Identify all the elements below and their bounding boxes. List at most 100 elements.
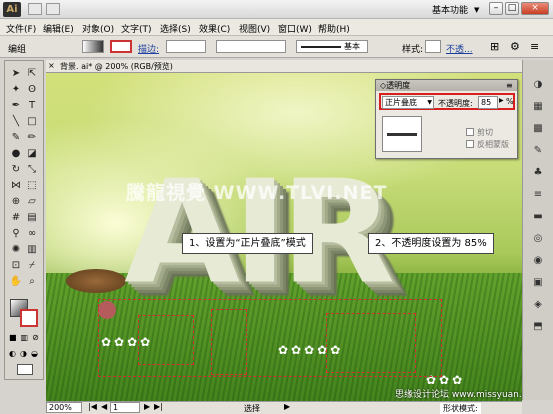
stroke-color-icon[interactable] bbox=[20, 309, 38, 327]
menu-file[interactable]: 文件(F) bbox=[6, 22, 36, 35]
chevron-down-icon[interactable]: ▼ bbox=[474, 6, 479, 14]
color-panel-icon[interactable]: ◑ bbox=[530, 78, 546, 92]
selection-path-i[interactable] bbox=[211, 309, 247, 375]
pen-tool-icon[interactable]: ✒ bbox=[9, 99, 23, 112]
menu-type[interactable]: 文字(T) bbox=[121, 22, 152, 35]
invert-mask-checkbox[interactable] bbox=[466, 140, 474, 148]
mesh-icon[interactable]: # bbox=[9, 211, 23, 224]
workspace-switcher[interactable]: 基本功能 bbox=[432, 3, 468, 16]
graph-tool-icon[interactable]: ▥ bbox=[25, 243, 39, 256]
direct-selection-icon[interactable]: ⇱ bbox=[25, 67, 39, 80]
maximize-button[interactable]: □ bbox=[505, 2, 519, 15]
color-guide-icon[interactable]: ▦ bbox=[530, 100, 546, 114]
opacity-link[interactable]: 不透... bbox=[446, 42, 473, 55]
stroke-panel-icon[interactable]: ≡ bbox=[530, 188, 546, 202]
close-button[interactable]: × bbox=[521, 2, 549, 15]
menu-select[interactable]: 选择(S) bbox=[160, 22, 191, 35]
minimize-button[interactable]: – bbox=[489, 2, 503, 15]
site-watermark: 騰龍視覺 WWW.TLVI.NET bbox=[126, 182, 388, 204]
artboard-icon[interactable]: ⊡ bbox=[9, 259, 23, 272]
tab-close-icon[interactable]: × bbox=[48, 61, 55, 70]
blend-icon[interactable]: ∞ bbox=[25, 227, 39, 240]
first-page-icon[interactable]: |◀ bbox=[88, 402, 97, 411]
last-page-icon[interactable]: ▶| bbox=[154, 402, 163, 411]
status-menu-icon[interactable]: ▶ bbox=[284, 402, 290, 411]
screen-mode-icon[interactable] bbox=[17, 364, 33, 375]
menu-effect[interactable]: 效果(C) bbox=[199, 22, 230, 35]
menu-view[interactable]: 视图(V) bbox=[239, 22, 270, 35]
draw-mode-icons[interactable]: ◐◑◒ bbox=[9, 349, 41, 358]
prev-page-icon[interactable]: ◀ bbox=[101, 402, 107, 411]
hand-tool-icon[interactable]: ✋ bbox=[9, 275, 23, 288]
opacity-input[interactable]: 85 bbox=[478, 96, 498, 109]
callout-step-1: 1、设置为“正片叠底”模式 bbox=[182, 233, 313, 254]
slice-icon[interactable]: ⌿ bbox=[25, 259, 39, 272]
artboard-number-select[interactable]: 1 bbox=[110, 402, 140, 413]
arrange-documents-icon[interactable] bbox=[46, 3, 60, 15]
paintbrush-icon[interactable]: ✎ bbox=[9, 131, 23, 144]
free-transform-icon[interactable]: ⬚ bbox=[25, 179, 39, 192]
magic-wand-icon[interactable]: ✦ bbox=[9, 83, 23, 96]
panel-dock: ◑ ▦ ▩ ✎ ♣ ≡ ▬ ◎ ◉ ▣ ◈ ⬒ bbox=[522, 60, 553, 400]
menu-window[interactable]: 窗口(W) bbox=[278, 22, 312, 35]
transform-icon[interactable]: ⚙ bbox=[510, 40, 520, 53]
selection-tool-icon[interactable]: ➤ bbox=[9, 67, 23, 80]
lasso-icon[interactable]: ʘ bbox=[25, 83, 39, 96]
shape-builder-icon[interactable]: ⊕ bbox=[9, 195, 23, 208]
align-icon[interactable]: ⊞ bbox=[490, 40, 499, 53]
app-logo: Ai bbox=[3, 2, 21, 17]
gradient-icon[interactable]: ▤ bbox=[25, 211, 39, 224]
invert-mask-label: 反相蒙版 bbox=[477, 140, 509, 149]
zoom-tool-icon[interactable]: ⌕ bbox=[25, 275, 39, 288]
document-tab[interactable]: × 背景. ai* @ 200% (RGB/预览) bbox=[46, 60, 522, 73]
transparency-panel-title[interactable]: ◇透明度 bbox=[376, 80, 517, 91]
panel-options-icon[interactable]: ≡ bbox=[506, 80, 513, 91]
symbol-sprayer-icon[interactable]: ✺ bbox=[9, 243, 23, 256]
color-mode-icons[interactable]: ■▥⊘ bbox=[9, 333, 41, 342]
style-label: 样式: bbox=[402, 45, 424, 55]
brushes-icon[interactable]: ✎ bbox=[530, 144, 546, 158]
opacity-stepper-icon[interactable]: ▶ bbox=[499, 97, 504, 104]
transparency-panel-icon[interactable]: ◎ bbox=[530, 232, 546, 246]
artboards-icon[interactable]: ⬒ bbox=[530, 320, 546, 334]
rectangle-tool-icon[interactable]: □ bbox=[25, 115, 39, 128]
gradient-panel-icon[interactable]: ▬ bbox=[530, 210, 546, 224]
graphic-style-swatch[interactable] bbox=[425, 40, 441, 53]
stroke-swatch[interactable] bbox=[110, 40, 132, 53]
pencil-icon[interactable]: ✏ bbox=[25, 131, 39, 144]
variable-width-select[interactable] bbox=[216, 40, 286, 53]
opacity-label: 不透明度: bbox=[438, 99, 473, 108]
width-tool-icon[interactable]: ⋈ bbox=[9, 179, 23, 192]
brush-definition-select[interactable]: 基本 bbox=[296, 40, 368, 53]
illustrator-window: Ai 基本功能 ▼ – □ × 文件(F) 编辑(E) 对象(O) 文字(T) … bbox=[0, 0, 553, 414]
appearance-icon[interactable]: ◉ bbox=[530, 254, 546, 268]
panel-menu-icon[interactable]: ≡ bbox=[530, 40, 539, 53]
graphic-styles-icon[interactable]: ▣ bbox=[530, 276, 546, 290]
swatches-icon[interactable]: ▩ bbox=[530, 122, 546, 136]
scale-icon[interactable]: ⤡ bbox=[25, 163, 39, 176]
line-tool-icon[interactable]: ╲ bbox=[9, 115, 23, 128]
object-thumbnail[interactable] bbox=[382, 116, 422, 152]
menu-help[interactable]: 帮助(H) bbox=[318, 22, 350, 35]
selection-path-a[interactable] bbox=[138, 315, 194, 365]
next-page-icon[interactable]: ▶ bbox=[144, 402, 150, 411]
stroke-link[interactable]: 描边: bbox=[138, 42, 159, 55]
menu-edit[interactable]: 编辑(E) bbox=[43, 22, 74, 35]
blend-mode-select[interactable]: 正片叠底 ▼ bbox=[382, 96, 434, 109]
bridge-icon[interactable] bbox=[28, 3, 42, 15]
clip-checkbox[interactable] bbox=[466, 128, 474, 136]
symbols-icon[interactable]: ♣ bbox=[530, 166, 546, 180]
blob-brush-icon[interactable]: ● bbox=[9, 147, 23, 160]
eyedropper-icon[interactable]: ⚲ bbox=[9, 227, 23, 240]
eraser-icon[interactable]: ◪ bbox=[25, 147, 39, 160]
type-tool-icon[interactable]: T bbox=[25, 99, 39, 112]
fill-swatch[interactable] bbox=[82, 40, 104, 53]
rotate-icon[interactable]: ↻ bbox=[9, 163, 23, 176]
stroke-weight-field[interactable] bbox=[166, 40, 206, 53]
opacity-unit: % bbox=[506, 97, 514, 106]
menu-object[interactable]: 对象(O) bbox=[82, 22, 114, 35]
layers-icon[interactable]: ◈ bbox=[530, 298, 546, 312]
perspective-icon[interactable]: ▱ bbox=[25, 195, 39, 208]
selection-path-r[interactable] bbox=[326, 313, 416, 373]
zoom-select[interactable]: 200% bbox=[46, 402, 82, 413]
